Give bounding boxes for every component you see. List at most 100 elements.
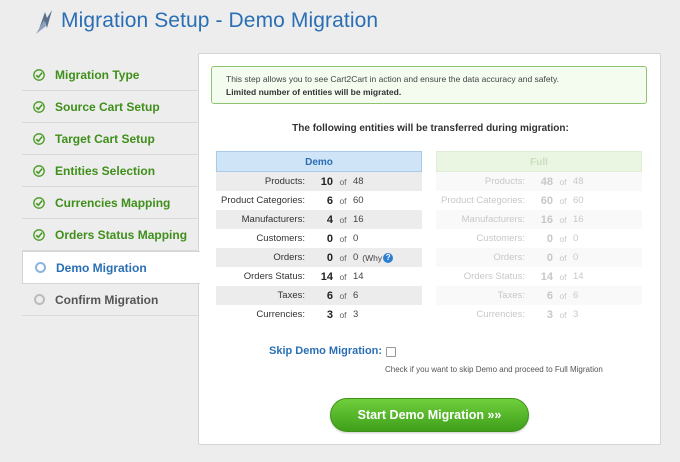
step-entities-selection[interactable]: Entities Selection (22, 155, 198, 187)
help-icon[interactable]: ? (383, 252, 394, 263)
cart2cart-logo-icon (36, 10, 52, 34)
check-icon (32, 68, 46, 82)
entity-label: Currencies: (256, 309, 305, 320)
entity-total: 3 (573, 309, 579, 320)
full-rows: Products: 48 of 48 Product Categories: 60 of 6… (436, 172, 642, 324)
of-label: of (339, 195, 347, 206)
full-entities-table: Full Products: 48 of 48 Product Categories:… (436, 151, 642, 324)
of-label: of (559, 271, 567, 282)
step-source-cart-setup[interactable]: Source Cart Setup (22, 91, 198, 123)
why-link[interactable]: (Why (362, 253, 382, 263)
skip-demo-label: Skip Demo Migration: (269, 345, 383, 357)
entity-label: Manufacturers: (461, 214, 525, 225)
skip-demo-checkbox[interactable] (386, 347, 396, 357)
entity-total: 0 (353, 233, 359, 244)
entity-total-with-help: 0 (Why? (353, 252, 422, 263)
step-label: Orders Status Mapping (55, 227, 188, 242)
check-icon (32, 164, 46, 178)
table-row: Orders Status: 14 of 14 (436, 267, 642, 286)
step-label: Migration Type (55, 67, 140, 82)
entity-total: 0 (573, 233, 579, 244)
table-row: Products: 10 of 48 (216, 172, 422, 191)
entity-value: 10 (320, 175, 333, 188)
step-demo-migration[interactable]: Demo Migration (22, 251, 200, 284)
check-icon (32, 196, 46, 210)
entity-total: 60 (353, 195, 364, 206)
table-row: Currencies: 3 of 3 (436, 305, 642, 324)
table-row: Orders Status: 14 of 14 (216, 267, 422, 286)
step-orders-status-mapping[interactable]: Orders Status Mapping (22, 219, 198, 251)
demo-table-header: Demo (216, 151, 422, 172)
step-target-cart-setup[interactable]: Target Cart Setup (22, 123, 198, 155)
entity-label: Customers: (476, 233, 525, 244)
entity-total: 6 (353, 290, 359, 301)
entity-label: Product Categories: (441, 195, 525, 206)
entity-total: 0 (573, 252, 579, 263)
of-label: of (559, 214, 567, 225)
table-row: Orders: 0 of 0 (Why? (216, 248, 422, 267)
header: Migration Setup - Demo Migration (0, 0, 680, 46)
entity-value: 48 (540, 175, 553, 188)
of-label: of (559, 252, 567, 263)
table-row: Orders: 0 of 0 (436, 248, 642, 267)
notice-strong-text: Limited number of entities will be migra… (226, 87, 402, 97)
of-label: of (339, 309, 347, 320)
entity-value: 6 (546, 289, 553, 302)
step-currencies-mapping[interactable]: Currencies Mapping (22, 187, 198, 219)
table-row: Manufacturers: 4 of 16 (216, 210, 422, 229)
entity-label: Products: (264, 176, 305, 187)
entity-value: 16 (540, 213, 553, 226)
entity-value: 6 (326, 289, 333, 302)
step-label: Demo Migration (56, 260, 147, 275)
table-row: Taxes: 6 of 6 (216, 286, 422, 305)
entity-label: Orders Status: (243, 271, 305, 282)
ring-icon (33, 261, 47, 275)
of-label: of (339, 290, 347, 301)
entity-value: 14 (540, 270, 553, 283)
entity-label: Taxes: (277, 290, 305, 301)
of-label: of (339, 233, 347, 244)
entity-value: 6 (326, 194, 333, 207)
skip-demo-hint: Check if you want to skip Demo and proce… (385, 365, 603, 374)
entity-total: 16 (353, 214, 364, 225)
entity-total: 60 (573, 195, 584, 206)
entity-label: Product Categories: (221, 195, 305, 206)
full-table-header: Full (436, 151, 642, 172)
entity-total: 14 (353, 271, 364, 282)
step-label: Target Cart Setup (55, 131, 155, 146)
entity-value: 0 (326, 251, 333, 264)
entity-total: 14 (573, 271, 584, 282)
step-confirm-migration[interactable]: Confirm Migration (22, 284, 198, 316)
entity-total: 3 (353, 309, 359, 320)
of-label: of (559, 233, 567, 244)
table-row: Taxes: 6 of 6 (436, 286, 642, 305)
entity-total: 48 (353, 176, 364, 187)
entity-label: Taxes: (497, 290, 525, 301)
of-label: of (339, 176, 347, 187)
notice-text: This step allows you to see Cart2Cart in… (226, 74, 559, 84)
step-label: Currencies Mapping (55, 195, 171, 210)
start-demo-migration-button[interactable]: Start Demo Migration »» (330, 398, 529, 432)
demo-entities-table: Demo Products: 10 of 48 Product Categories:… (216, 151, 422, 324)
table-row: Product Categories: 6 of 60 (216, 191, 422, 210)
check-icon (32, 132, 46, 146)
info-notice: This step allows you to see Cart2Cart in… (211, 66, 647, 104)
table-row: Customers: 0 of 0 (216, 229, 422, 248)
table-row: Currencies: 3 of 3 (216, 305, 422, 324)
step-label: Source Cart Setup (55, 99, 160, 114)
step-label: Entities Selection (55, 163, 156, 178)
of-label: of (559, 176, 567, 187)
entities-title: The following entities will be transferr… (292, 123, 569, 134)
entity-label: Orders: (273, 252, 305, 263)
entity-total: 16 (573, 214, 584, 225)
table-row: Product Categories: 60 of 60 (436, 191, 642, 210)
step-migration-type[interactable]: Migration Type (22, 59, 198, 91)
entity-value: 0 (546, 232, 553, 245)
entity-label: Manufacturers: (241, 214, 305, 225)
of-label: of (339, 214, 347, 225)
check-icon (32, 228, 46, 242)
of-label: of (339, 271, 347, 282)
entity-label: Orders: (493, 252, 525, 263)
entity-total: 0 (353, 252, 359, 263)
of-label: of (559, 195, 567, 206)
